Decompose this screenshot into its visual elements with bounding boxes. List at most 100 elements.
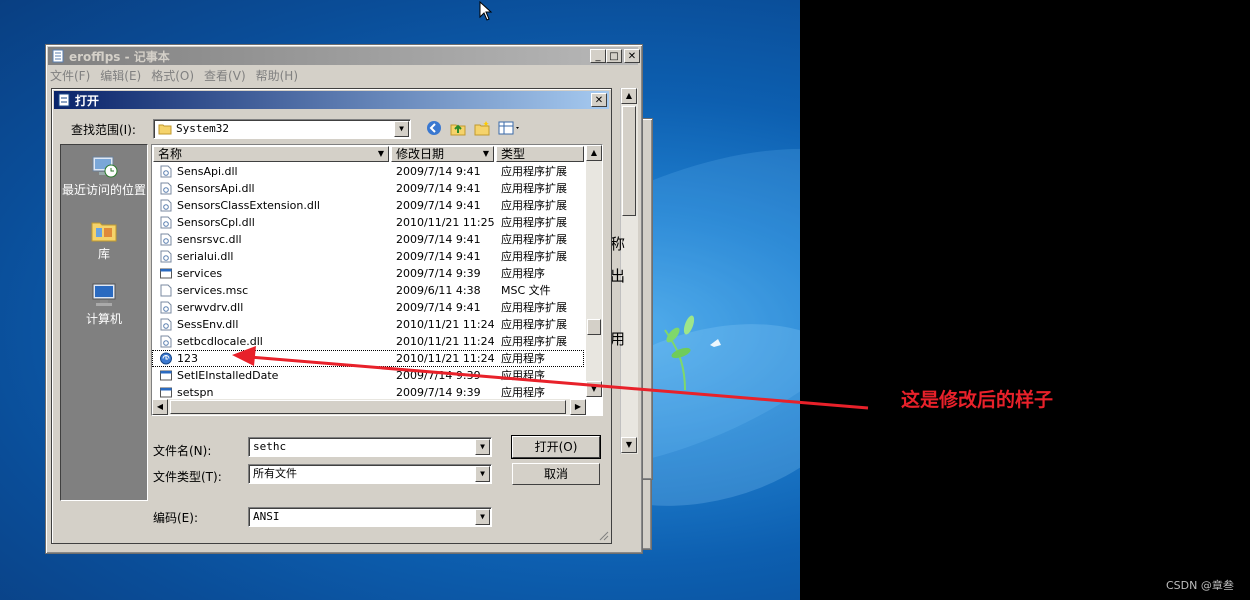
menu-edit[interactable]: 编辑(E) <box>100 67 141 85</box>
file-type: 应用程序 <box>501 352 545 365</box>
file-name: serwvdrv.dll <box>177 301 244 314</box>
place-computer[interactable]: 计算机 <box>61 280 147 326</box>
file-date: 2010/11/21 11:25 <box>396 216 495 229</box>
file-name: SensorsClassExtension.dll <box>177 199 320 212</box>
file-date: 2009/7/14 9:41 <box>396 250 481 263</box>
file-row[interactable]: SessEnv.dll 2010/11/21 11:24 应用程序扩展 <box>152 316 584 333</box>
file-type: 应用程序扩展 <box>501 165 567 178</box>
cancel-button[interactable]: 取消 <box>512 463 600 485</box>
back-icon[interactable] <box>426 120 442 136</box>
menu-file[interactable]: 文件(F) <box>50 67 90 85</box>
menu-format[interactable]: 格式(O) <box>151 67 194 85</box>
file-row[interactable]: 123 2010/11/21 11:24 应用程序 <box>152 350 584 367</box>
filetype-dropdown[interactable]: 所有文件 ▼ <box>248 464 492 484</box>
column-header-name[interactable]: 名称 ▼ <box>153 146 389 162</box>
scroll-right-button[interactable]: ▶ <box>570 399 586 415</box>
file-row[interactable]: SensorsClassExtension.dll 2009/7/14 9:41 应… <box>152 197 584 214</box>
look-in-value: System32 <box>176 122 229 135</box>
file-type: 应用程序 <box>501 369 545 382</box>
dialog-close-button[interactable]: ✕ <box>591 93 607 107</box>
file-date: 2009/7/14 9:41 <box>396 199 481 212</box>
file-name: 123 <box>177 352 198 365</box>
file-name: setbcdlocale.dll <box>177 335 263 348</box>
scroll-down-button[interactable]: ▼ <box>586 381 602 397</box>
encoding-label: 编码(E): <box>153 511 198 525</box>
file-name: SensorsCpl.dll <box>177 216 255 229</box>
file-row[interactable]: serwvdrv.dll 2009/7/14 9:41 应用程序扩展 <box>152 299 584 316</box>
file-date: 2010/11/21 11:24 <box>396 318 495 331</box>
maximize-button[interactable]: □ <box>606 49 622 63</box>
file-name: SensorsApi.dll <box>177 182 255 195</box>
new-folder-icon[interactable] <box>474 120 490 136</box>
scroll-thumb[interactable] <box>622 106 636 216</box>
dll-icon <box>160 165 172 178</box>
encoding-dropdown[interactable]: ANSI ▼ <box>248 507 492 527</box>
column-type-label: 类型 <box>501 147 526 161</box>
file-icon <box>160 284 172 297</box>
scroll-thumb[interactable] <box>587 319 601 335</box>
sort-dropdown-icon[interactable]: ▼ <box>375 148 387 160</box>
file-row[interactable]: setbcdlocale.dll 2010/11/21 11:24 应用程序扩展 <box>152 333 584 350</box>
file-date: 2009/7/14 9:41 <box>396 165 481 178</box>
column-header-type[interactable]: 类型 <box>496 146 584 162</box>
dll-icon <box>160 318 172 331</box>
dll-icon <box>160 216 172 229</box>
column-date-label: 修改日期 <box>396 147 445 161</box>
view-menu-icon[interactable] <box>498 120 522 136</box>
dll-icon <box>160 250 172 263</box>
column-header-date[interactable]: 修改日期 ▼ <box>391 146 494 162</box>
scroll-left-button[interactable]: ◀ <box>152 399 168 415</box>
look-in-dropdown[interactable]: System32 ▼ <box>153 119 411 139</box>
menu-help[interactable]: 帮助(H) <box>256 67 298 85</box>
chevron-down-icon[interactable]: ▼ <box>394 121 409 137</box>
file-list[interactable]: 名称 ▼ 修改日期 ▼ 类型 SensApi.dll 2009/7/14 9:41 应用… <box>151 144 603 416</box>
chevron-down-icon[interactable]: ▼ <box>475 509 490 525</box>
file-type: 应用程序 <box>501 267 545 280</box>
minimize-button[interactable]: _ <box>590 49 606 63</box>
black-panel <box>800 0 1250 600</box>
file-list-horizontal-scrollbar[interactable]: ◀ ▶ <box>152 399 586 415</box>
resize-grip-icon[interactable] <box>597 529 609 541</box>
menu-view[interactable]: 查看(V) <box>204 67 246 85</box>
file-row[interactable]: sensrsvc.dll 2009/7/14 9:41 应用程序扩展 <box>152 231 584 248</box>
scroll-up-button[interactable]: ▲ <box>586 145 602 161</box>
folder-icon <box>158 124 172 135</box>
open-button[interactable]: 打开(O) <box>511 435 601 459</box>
mouse-cursor-icon <box>479 1 493 21</box>
place-recent[interactable]: 最近访问的位置 <box>61 151 147 197</box>
file-row[interactable]: services 2009/7/14 9:39 应用程序 <box>152 265 584 282</box>
file-name: sensrsvc.dll <box>177 233 242 246</box>
scroll-down-button[interactable]: ▼ <box>621 437 637 453</box>
file-list-vertical-scrollbar[interactable]: ▲ ▼ <box>586 145 602 397</box>
file-name: services.msc <box>177 284 249 297</box>
file-type: 应用程序扩展 <box>501 250 567 263</box>
hscroll-thumb[interactable] <box>170 400 566 414</box>
dll-icon <box>160 199 172 212</box>
file-type: 应用程序扩展 <box>501 301 567 314</box>
look-in-label: 查找范围(I): <box>71 123 136 137</box>
filename-input[interactable]: sethc ▼ <box>248 437 492 457</box>
file-row[interactable]: SensApi.dll 2009/7/14 9:41 应用程序扩展 <box>152 163 584 180</box>
open-dialog-titlebar[interactable]: 打开 ✕ <box>54 91 609 109</box>
dll-icon <box>160 301 172 314</box>
open-dialog: 打开 ✕ 查找范围(I): System32 ▼ 最近访问的位置 库 计算机 名… <box>51 88 612 544</box>
up-folder-icon[interactable] <box>450 120 466 136</box>
scroll-up-button[interactable]: ▲ <box>621 88 637 104</box>
file-row[interactable]: serialui.dll 2009/7/14 9:41 应用程序扩展 <box>152 248 584 265</box>
chevron-down-icon[interactable]: ▼ <box>475 466 490 482</box>
file-row[interactable]: SetIEInstalledDate 2009/7/14 9:39 应用程序 <box>152 367 584 384</box>
globe-app-icon <box>160 352 172 365</box>
file-row[interactable]: services.msc 2009/6/11 4:38 MSC 文件 <box>152 282 584 299</box>
close-button[interactable]: ✕ <box>624 49 640 63</box>
sort-dropdown-icon[interactable]: ▼ <box>480 148 492 160</box>
watermark: CSDN @章叁 <box>1166 579 1234 592</box>
file-row[interactable]: SensorsApi.dll 2009/7/14 9:41 应用程序扩展 <box>152 180 584 197</box>
chevron-down-icon[interactable]: ▼ <box>475 439 490 455</box>
place-libraries[interactable]: 库 <box>61 215 147 261</box>
file-date: 2009/7/14 9:39 <box>396 267 481 280</box>
filetype-value: 所有文件 <box>253 467 297 480</box>
places-bar: 最近访问的位置 库 计算机 <box>60 144 148 501</box>
file-row[interactable]: SensorsCpl.dll 2010/11/21 11:25 应用程序扩展 <box>152 214 584 231</box>
notepad-titlebar[interactable]: erofflps - 记事本 _ □ ✕ <box>48 47 640 65</box>
exe-icon <box>160 387 172 398</box>
